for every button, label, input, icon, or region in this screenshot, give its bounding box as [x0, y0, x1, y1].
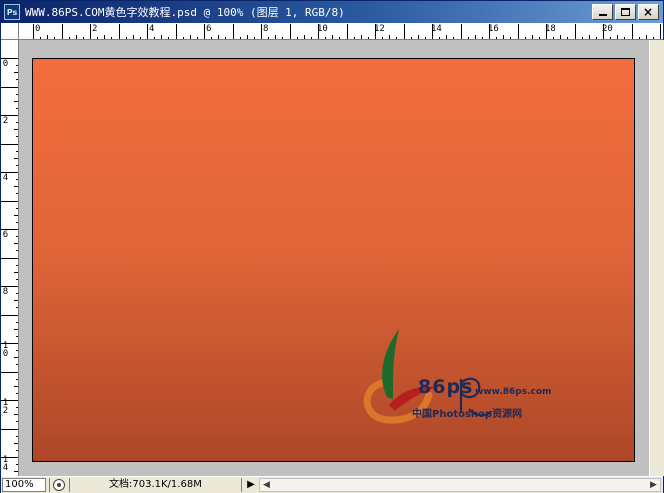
close-icon: ×: [643, 5, 654, 19]
vertical-scrollbar[interactable]: [649, 40, 664, 476]
status-bar: 100% 文档:703.1K/1.68M ▶ ◀ ▶: [1, 476, 663, 493]
window-title: WWW.86PS.COM黄色字效教程.psd @ 100% (图层 1, RGB…: [25, 6, 345, 19]
image-canvas[interactable]: 86ps www.86ps.com 中国Photoshop资源网: [32, 58, 635, 462]
vertical-ruler[interactable]: 0 2 4 6 8 1 0 1 2 1 4: [1, 40, 19, 476]
ruler-label: 8: [2, 287, 9, 297]
ruler-label: 10: [317, 24, 328, 34]
document-size-info: 文档:703.1K/1.68M: [109, 479, 202, 490]
ruler-label: 20: [602, 24, 613, 34]
ruler-label: 12: [374, 24, 385, 34]
ruler-label: 1 0: [2, 341, 9, 359]
logo-text: 86ps: [418, 376, 474, 398]
ruler-label: 16: [488, 24, 499, 34]
horizontal-ruler-ticks: [33, 24, 661, 39]
logo-tagline: 中国Photoshop资源网: [412, 409, 523, 420]
ruler-label: 0: [35, 24, 41, 34]
photoshop-app-icon[interactable]: Ps: [4, 4, 20, 20]
status-menu-arrow-icon[interactable]: ▶: [244, 478, 258, 492]
window-controls: ×: [592, 4, 659, 20]
ruler-label: 0: [2, 59, 9, 69]
ruler-label: 1 2: [2, 398, 9, 416]
horizontal-ruler[interactable]: 0 2 4 6 8 10 12 14 16 18 20: [19, 23, 663, 40]
navigator-icon[interactable]: [53, 479, 65, 491]
minimize-button[interactable]: [592, 4, 613, 20]
minimize-icon: [599, 14, 607, 16]
ruler-label: 4: [149, 24, 155, 34]
scroll-right-icon[interactable]: ▶: [647, 479, 660, 491]
horizontal-scrollbar[interactable]: ◀ ▶: [259, 478, 661, 492]
divider: [69, 478, 70, 492]
ruler-origin[interactable]: [1, 23, 19, 40]
ruler-label: 6: [2, 230, 9, 240]
ruler-label: 6: [206, 24, 212, 34]
close-button[interactable]: ×: [638, 4, 659, 20]
logo-url: www.86ps.com: [475, 387, 552, 397]
canvas-viewport[interactable]: 86ps www.86ps.com 中国Photoshop资源网: [19, 40, 649, 476]
scroll-left-icon[interactable]: ◀: [260, 479, 273, 491]
maximize-button[interactable]: [615, 4, 636, 20]
ruler-label: 8: [263, 24, 269, 34]
ruler-label: 14: [431, 24, 442, 34]
ruler-label: 2: [2, 116, 9, 126]
document-window: Ps WWW.86PS.COM黄色字效教程.psd @ 100% (图层 1, …: [0, 0, 664, 493]
ruler-label: 18: [545, 24, 556, 34]
zoom-input[interactable]: 100%: [2, 478, 46, 492]
ruler-label: 4: [2, 173, 9, 183]
divider: [241, 478, 242, 492]
divider: [49, 478, 50, 492]
ruler-label: 1 4: [2, 455, 9, 473]
title-bar[interactable]: Ps WWW.86PS.COM黄色字效教程.psd @ 100% (图层 1, …: [1, 1, 663, 23]
watermark-logo: 86ps www.86ps.com 中国Photoshop资源网: [355, 321, 555, 431]
maximize-icon: [621, 8, 630, 16]
ruler-label: 2: [92, 24, 98, 34]
